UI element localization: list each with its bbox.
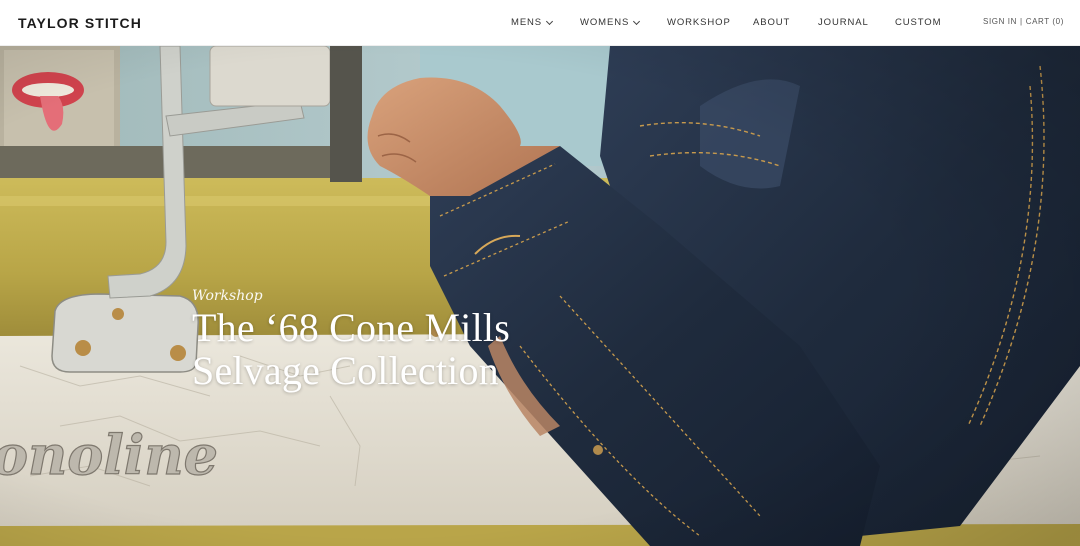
nav-item-label: WOMENS bbox=[580, 17, 630, 28]
account-separator: | bbox=[1020, 17, 1023, 26]
nav-item-label: WORKSHOP bbox=[667, 17, 731, 28]
sign-in-link[interactable]: SIGN IN bbox=[983, 17, 1017, 26]
hero-text-block[interactable]: Workshop The ‘68 Cone Mills Selvage Coll… bbox=[192, 288, 510, 392]
hero-banner[interactable]: onoline bbox=[0, 46, 1080, 546]
nav-item-mens[interactable]: MENS bbox=[511, 17, 554, 28]
site-header: TAYLOR STITCH MENS WOMENS WORKSHOP ABOUT… bbox=[0, 0, 1080, 46]
nav-item-womens[interactable]: WOMENS bbox=[580, 17, 641, 28]
main-nav: MENS WOMENS WORKSHOP ABOUT JOURNAL CUSTO… bbox=[0, 0, 1080, 46]
chevron-down-icon bbox=[633, 17, 641, 25]
hero-eyebrow: Workshop bbox=[192, 288, 263, 304]
nav-item-label: MENS bbox=[511, 17, 543, 28]
hero-title-line-1: The ‘68 Cone Mills bbox=[192, 305, 511, 350]
account-links: SIGN IN | CART (0) bbox=[983, 17, 1064, 26]
nav-item-about[interactable]: ABOUT bbox=[753, 17, 790, 28]
nav-item-workshop[interactable]: WORKSHOP bbox=[667, 17, 731, 28]
nav-item-label: ABOUT bbox=[753, 17, 791, 28]
nav-item-label: CUSTOM bbox=[895, 17, 942, 28]
hero-image: onoline bbox=[0, 46, 1080, 546]
hero-title: The ‘68 Cone Mills Selvage Collection bbox=[192, 306, 510, 392]
cart-link[interactable]: CART (0) bbox=[1026, 17, 1064, 26]
nav-item-journal[interactable]: JOURNAL bbox=[818, 17, 869, 28]
nav-item-custom[interactable]: CUSTOM bbox=[895, 17, 941, 28]
chevron-down-icon bbox=[546, 17, 554, 25]
hero-title-line-2: Selvage Collection bbox=[192, 348, 499, 393]
nav-item-label: JOURNAL bbox=[818, 17, 869, 28]
